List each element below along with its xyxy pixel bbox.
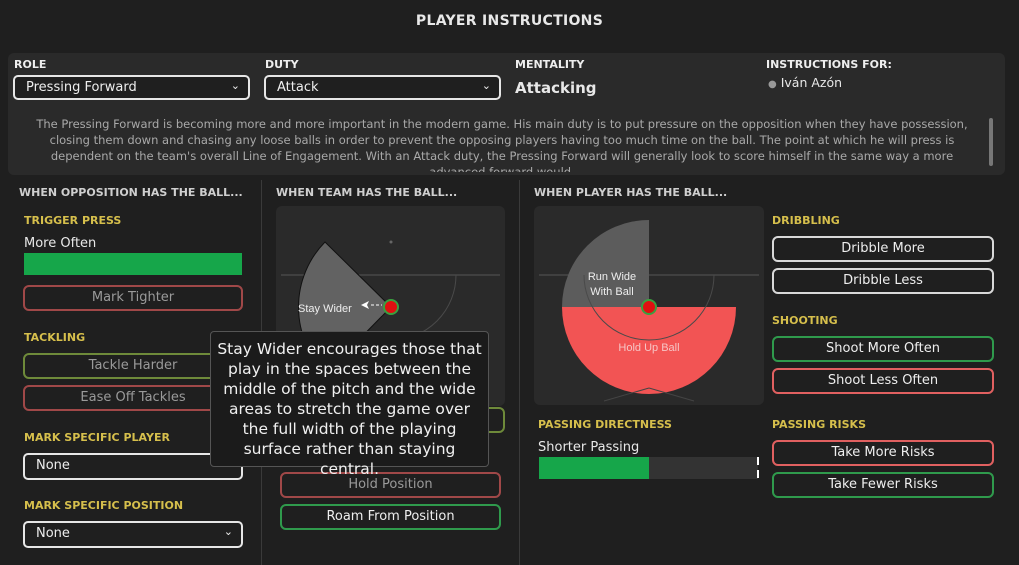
chevron-down-icon: ⌄: [223, 525, 233, 538]
dribble-more-button[interactable]: Dribble More: [772, 236, 994, 262]
instructions-for-label: INSTRUCTIONS FOR:: [766, 58, 892, 71]
role-description: The Pressing Forward is becoming more an…: [36, 117, 968, 172]
chevron-down-icon: ⌄: [481, 79, 491, 92]
role-label: ROLE: [14, 58, 47, 71]
run-wide-label-line2: With Ball: [590, 286, 633, 298]
mark-position-dropdown[interactable]: None ⌄: [23, 521, 243, 548]
mentality-value: Attacking: [515, 79, 597, 97]
mark-player-label: MARK SPECIFIC PLAYER: [24, 431, 170, 444]
passing-directness-slider[interactable]: [539, 457, 758, 479]
passing-directness-value: Shorter Passing: [538, 440, 640, 455]
shoot-more-often-button[interactable]: Shoot More Often: [772, 336, 994, 362]
hold-up-ball-label: Hold Up Ball: [618, 342, 679, 354]
hold-position-button[interactable]: Hold Position: [280, 472, 501, 498]
take-more-risks-button[interactable]: Take More Risks: [772, 440, 994, 466]
role-value: Pressing Forward: [26, 80, 137, 95]
pitch-spot: [389, 240, 393, 244]
player-pitch-diagram: Run Wide With Ball Hold Up Ball: [539, 220, 759, 402]
tooltip: Stay Wider encourages those that play in…: [210, 331, 489, 478]
mentality-label: MENTALITY: [515, 58, 585, 71]
duty-dropdown[interactable]: Attack ⌄: [264, 75, 501, 100]
mark-position-label: MARK SPECIFIC POSITION: [24, 499, 184, 512]
trigger-press-slider[interactable]: [24, 253, 242, 275]
chevron-down-icon: ⌄: [230, 79, 240, 92]
duty-value: Attack: [277, 80, 319, 95]
slider-marker: [757, 457, 759, 479]
trigger-press-value: More Often: [24, 236, 97, 251]
trigger-press-fill: [24, 253, 242, 275]
player-position-marker[interactable]: [383, 299, 399, 315]
trigger-press-label: TRIGGER PRESS: [24, 214, 122, 227]
player-section-title: WHEN PLAYER HAS THE BALL...: [534, 186, 728, 199]
dribble-less-button[interactable]: Dribble Less: [772, 268, 994, 294]
person-icon: ●: [768, 79, 777, 90]
team-section-title: WHEN TEAM HAS THE BALL...: [276, 186, 458, 199]
movement-label: Stay Wider: [298, 303, 352, 315]
page-title: PLAYER INSTRUCTIONS: [415, 13, 604, 29]
run-wide-label-line1: Run Wide: [588, 271, 636, 283]
passing-directness-label: PASSING DIRECTNESS: [538, 418, 672, 431]
passing-directness-fill: [539, 457, 649, 479]
passing-risks-label: PASSING RISKS: [772, 418, 867, 431]
shoot-less-often-button[interactable]: Shoot Less Often: [772, 368, 994, 394]
dribbling-label: DRIBBLING: [772, 214, 840, 227]
shooting-label: SHOOTING: [772, 314, 838, 327]
description-scrollbar[interactable]: [989, 118, 993, 166]
player-pitch[interactable]: Run Wide With Ball Hold Up Ball: [534, 206, 764, 405]
role-dropdown[interactable]: Pressing Forward ⌄: [13, 75, 250, 100]
duty-label: DUTY: [265, 58, 299, 71]
divider: [519, 180, 520, 565]
tackling-label: TACKLING: [24, 331, 86, 344]
take-fewer-risks-button[interactable]: Take Fewer Risks: [772, 472, 994, 498]
mark-position-value: None: [36, 526, 70, 541]
roam-from-position-button[interactable]: Roam From Position: [280, 504, 501, 530]
mark-tighter-button[interactable]: Mark Tighter: [23, 285, 243, 311]
player-name[interactable]: Iván Azón: [781, 75, 842, 90]
mark-player-value: None: [36, 458, 70, 473]
opposition-section-title: WHEN OPPOSITION HAS THE BALL...: [19, 186, 243, 199]
player-position-marker[interactable]: [641, 299, 657, 315]
